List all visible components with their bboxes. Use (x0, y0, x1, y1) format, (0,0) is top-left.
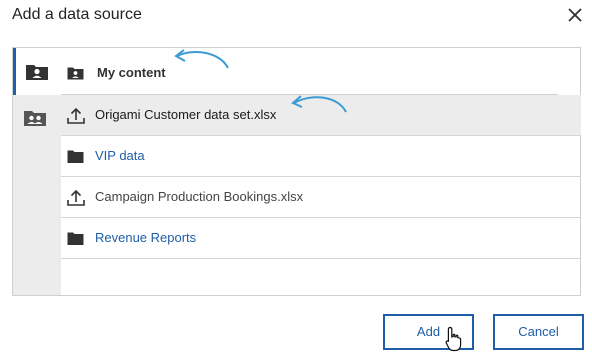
content-panel: My content Origami Customer data set.xls… (12, 47, 581, 296)
list-item-campaign-production-bookings[interactable]: Campaign Production Bookings.xlsx (61, 177, 581, 218)
list-item-label: Campaign Production Bookings.xlsx (95, 189, 304, 204)
list-item-vip-data[interactable]: VIP data (61, 136, 581, 177)
list-item-label: Origami Customer data set.xlsx (95, 107, 277, 122)
user-folder-icon (26, 65, 48, 80)
list-item-label: VIP data (95, 148, 145, 163)
breadcrumb-label: My content (97, 65, 166, 80)
annotation-arrow-icon (291, 95, 347, 113)
dialog-title: Add a data source (12, 6, 142, 23)
annotation-arrow-icon (174, 49, 229, 69)
cancel-button[interactable]: Cancel (493, 314, 584, 350)
breadcrumb-my-content: My content (61, 48, 558, 95)
list-item-label: Revenue Reports (95, 230, 197, 245)
hand-cursor-icon (445, 326, 462, 352)
user-folder-icon (67, 67, 84, 80)
navigation-rail (13, 48, 61, 295)
team-folder-icon (24, 111, 46, 126)
content-list: Origami Customer data set.xlsx VIP data … (61, 95, 581, 259)
rail-my-content[interactable] (13, 48, 61, 95)
folder-icon (67, 232, 84, 245)
upload-icon (67, 189, 85, 206)
upload-icon (67, 107, 85, 124)
list-item-revenue-reports[interactable]: Revenue Reports (61, 218, 581, 259)
rail-team-content[interactable] (13, 95, 61, 136)
folder-icon (67, 150, 84, 163)
close-icon[interactable] (566, 6, 584, 24)
